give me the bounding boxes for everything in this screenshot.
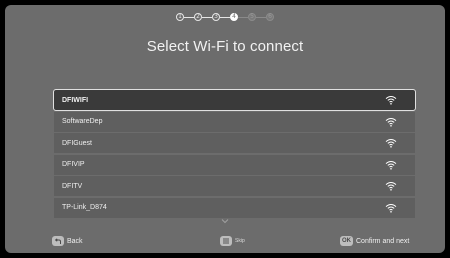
wifi-ssid-label: DFIVIP bbox=[62, 161, 85, 168]
step-connector bbox=[238, 16, 248, 18]
step-2: 2 bbox=[194, 13, 202, 21]
wifi-signal-icon bbox=[385, 117, 397, 127]
wifi-network-list: DFIWIFI SoftwareDep DFIGuest DFIVIP DFITV TP-… bbox=[53, 89, 416, 219]
wifi-ssid-label: SoftwareDep bbox=[62, 118, 103, 125]
wifi-ssid-label: DFIWIFI bbox=[62, 96, 89, 104]
wifi-signal-icon bbox=[385, 160, 397, 170]
ok-key-icon: OK bbox=[340, 236, 353, 246]
confirm-label: Confirm and next bbox=[356, 237, 410, 245]
wifi-ssid-label: TP-Link_D874 bbox=[62, 204, 107, 211]
progress-stepper: 1 2 3 4 5 6 bbox=[5, 13, 445, 21]
chevron-down-icon bbox=[221, 219, 229, 224]
step-4-current: 4 bbox=[230, 13, 238, 21]
back-button[interactable]: Back bbox=[52, 236, 83, 246]
back-label: Back bbox=[67, 237, 83, 245]
step-connector bbox=[184, 16, 194, 18]
wifi-network-row[interactable]: DFIGuest bbox=[54, 133, 415, 153]
wifi-network-row[interactable]: SoftwareDep bbox=[54, 111, 415, 132]
step-connector bbox=[220, 16, 230, 18]
step-connector bbox=[256, 16, 266, 18]
wifi-network-row[interactable]: DFIVIP bbox=[54, 154, 415, 175]
wifi-network-row[interactable]: TP-Link_D874 bbox=[54, 197, 415, 218]
wifi-network-row[interactable]: DFIWIFI bbox=[53, 89, 416, 111]
step-5: 5 bbox=[248, 13, 256, 21]
wifi-network-row[interactable]: DFITV bbox=[54, 176, 415, 196]
step-connector bbox=[202, 16, 212, 18]
wifi-signal-icon bbox=[385, 138, 397, 148]
step-6: 6 bbox=[266, 13, 274, 21]
wifi-ssid-label: DFITV bbox=[62, 182, 83, 190]
wifi-ssid-label: DFIGuest bbox=[62, 139, 92, 147]
wifi-signal-icon bbox=[385, 181, 397, 191]
step-1: 1 bbox=[176, 13, 184, 21]
confirm-next-button[interactable]: OK Confirm and next bbox=[340, 236, 409, 246]
skip-label: Skip bbox=[235, 238, 245, 244]
setup-screen: 1 2 3 4 5 6 Select Wi-Fi to connect DFIW… bbox=[5, 5, 445, 253]
step-3: 3 bbox=[212, 13, 220, 21]
wifi-signal-icon bbox=[385, 95, 397, 105]
skip-button[interactable]: Skip bbox=[220, 236, 245, 246]
wifi-signal-icon bbox=[385, 203, 397, 213]
page-title: Select Wi-Fi to connect bbox=[146, 38, 304, 55]
menu-key-icon bbox=[220, 236, 232, 246]
back-key-icon bbox=[52, 236, 64, 246]
